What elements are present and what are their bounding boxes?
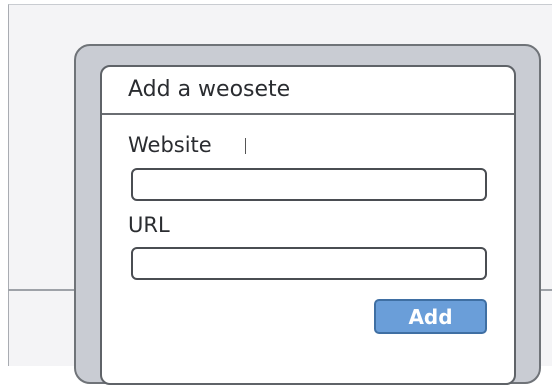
website-label: Website (128, 133, 212, 157)
url-label: URL (128, 213, 170, 237)
add-website-dialog: Add a weosete Website URL Add (100, 65, 516, 385)
title-divider (102, 113, 514, 115)
dialog-title: Add a weosete (128, 77, 291, 102)
url-input[interactable] (131, 247, 487, 280)
add-button[interactable]: Add (374, 299, 487, 334)
website-input[interactable] (131, 168, 487, 201)
text-cursor-mark (245, 138, 246, 154)
